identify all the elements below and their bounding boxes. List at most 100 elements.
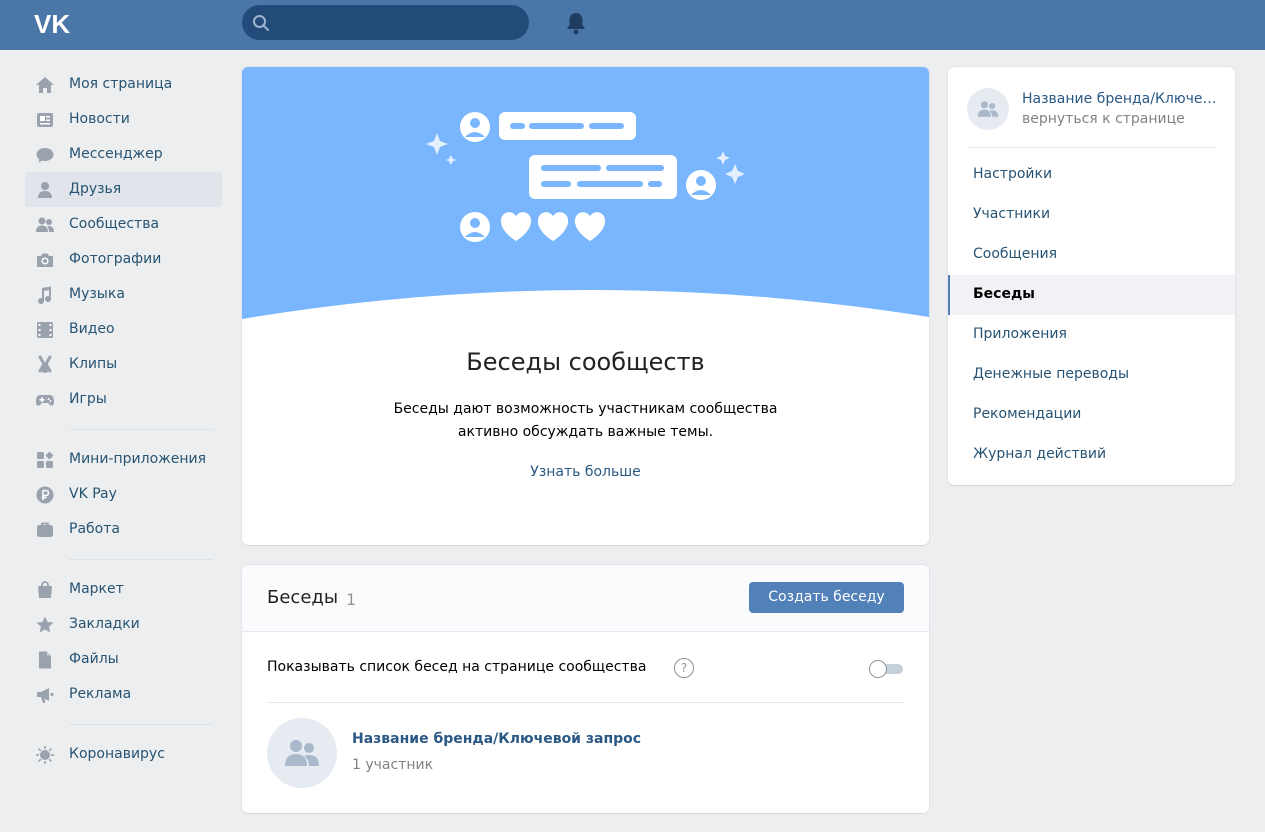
sidebar-item-messenger[interactable]: Мессенджер [25, 137, 222, 172]
sidebar-item-label: Закладки [69, 616, 140, 632]
home-icon [36, 77, 54, 93]
sidebar-item-friends[interactable]: Друзья [25, 172, 222, 207]
promo-title: Беседы сообществ [466, 348, 705, 376]
menu-item-label: Сообщения [973, 246, 1058, 262]
promo-description: Беседы дают возможность участникам сообщ… [242, 398, 929, 444]
sidebar-item-label: Фотографии [69, 251, 162, 267]
sidebar-item-label: Маркет [69, 581, 124, 597]
menu-item[interactable]: Приложения [948, 315, 1235, 355]
briefcase-icon [37, 522, 53, 537]
mini-apps-icon [37, 451, 54, 468]
promo-description-line: активно обсуждать важные темы. [457, 424, 714, 440]
sidebar-item-video[interactable]: Видео [25, 312, 222, 347]
menu-item[interactable]: Настройки [948, 155, 1235, 195]
group-icon [977, 101, 999, 117]
nav-separator [69, 429, 213, 430]
chats-illustration [242, 67, 929, 319]
shopping-bag-icon [38, 581, 52, 598]
sidebar-item-clips[interactable]: Клипы [25, 347, 222, 382]
vk-logo[interactable]: VK [34, 9, 78, 39]
sidebar-item-virus[interactable]: Коронавирус [25, 737, 222, 772]
menu-item-label: Участники [973, 206, 1051, 222]
sidebar-item-label: Игры [69, 391, 107, 407]
clips-icon [38, 355, 52, 373]
sidebar-item-megaphone[interactable]: Реклама [25, 677, 222, 712]
video-icon [37, 322, 53, 338]
star-icon [36, 616, 54, 633]
chat-name-link[interactable]: Название бренда/Ключевой запрос [352, 731, 641, 747]
bell-icon[interactable] [565, 11, 587, 35]
menu-item[interactable]: Участники [948, 195, 1235, 235]
megaphone-icon [37, 688, 54, 703]
music-icon [38, 286, 52, 305]
gamepad-icon [35, 395, 55, 406]
divider [267, 702, 904, 703]
sidebar-item-home[interactable]: Моя страница [25, 67, 222, 102]
sidebar-item-label: Друзья [69, 181, 122, 197]
chats-card: Беседы 1 Создать беседу Показывать списо… [242, 565, 929, 813]
show-chats-toggle[interactable] [869, 660, 905, 678]
camera-icon [37, 253, 53, 267]
sidebar-item-label: Мини-приложения [69, 451, 207, 467]
sidebar-item-music[interactable]: Музыка [25, 277, 222, 312]
sidebar-item-label: Мессенджер [69, 146, 163, 162]
promo-description-line: Беседы дают возможность участникам сообщ… [393, 401, 778, 417]
menu-item[interactable]: Сообщения [948, 235, 1235, 275]
community-management-menu: Название бренда/Ключевой запрос вернутьс… [948, 67, 1235, 485]
left-navigation: Моя страница Новости Мессенджер Друзья Сообщ… [25, 67, 222, 772]
sidebar-item-label: Работа [69, 521, 120, 537]
sidebar-item-label: Коронавирус [69, 746, 165, 762]
search-input[interactable] [242, 5, 529, 40]
settings-menu-list: Настройки Участники Сообщения Беседы Приложе… [948, 155, 1235, 475]
sidebar-item-file[interactable]: Файлы [25, 642, 222, 677]
chats-count: 1 [346, 590, 357, 609]
chats-promo-card: Беседы сообществ Беседы дают возможность… [242, 67, 929, 545]
chat-members-count: 1 участник [352, 757, 434, 773]
communities-icon [36, 217, 54, 232]
chats-title: Беседы [267, 587, 339, 608]
messenger-icon [36, 148, 54, 163]
sidebar-item-label: VK Pay [69, 486, 117, 502]
group-name-link[interactable]: Название бренда/Ключевой запрос [1022, 91, 1222, 107]
menu-item-label: Денежные переводы [973, 366, 1130, 382]
sidebar-item-shopping-bag[interactable]: Маркет [25, 572, 222, 607]
sidebar-item-star[interactable]: Закладки [25, 607, 222, 642]
news-icon [37, 113, 53, 127]
sidebar-item-label: Файлы [69, 651, 119, 667]
sidebar-item-label: Реклама [69, 686, 132, 702]
sidebar-item-label: Моя страница [69, 76, 173, 92]
learn-more-link[interactable]: Узнать больше [530, 464, 640, 480]
menu-item[interactable]: Денежные переводы [948, 355, 1235, 395]
divider [967, 147, 1216, 148]
sidebar-item-label: Музыка [69, 286, 125, 302]
menu-item-label: Журнал действий [973, 446, 1107, 462]
file-icon [39, 651, 51, 669]
menu-item[interactable]: Журнал действий [948, 435, 1235, 475]
sidebar-item-news[interactable]: Новости [25, 102, 222, 137]
group-icon [285, 740, 319, 766]
top-bar: VK [0, 0, 1265, 50]
sidebar-item-vkpay[interactable]: VK Pay [25, 477, 222, 512]
group-avatar[interactable] [967, 88, 1009, 130]
sidebar-item-label: Сообщества [69, 216, 160, 232]
show-chats-label: Показывать список бесед на странице сооб… [267, 659, 647, 675]
menu-item-label: Рекомендации [973, 406, 1082, 422]
back-to-page-link[interactable]: вернуться к странице [1022, 111, 1185, 127]
create-chat-button[interactable]: Создать беседу [749, 582, 904, 613]
sidebar-item-gamepad[interactable]: Игры [25, 382, 222, 417]
menu-item-label: Настройки [973, 166, 1053, 182]
sidebar-item-briefcase[interactable]: Работа [25, 512, 222, 547]
sidebar-item-camera[interactable]: Фотографии [25, 242, 222, 277]
menu-item[interactable]: Рекомендации [948, 395, 1235, 435]
friends-icon [38, 182, 52, 198]
sidebar-item-label: Видео [69, 321, 115, 337]
menu-item[interactable]: Беседы [948, 275, 1235, 315]
chats-header: Беседы 1 Создать беседу [242, 565, 929, 632]
menu-item-label: Беседы [973, 286, 1035, 302]
sidebar-item-mini-apps[interactable]: Мини-приложения [25, 442, 222, 477]
sidebar-item-label: Клипы [69, 356, 118, 372]
sidebar-item-communities[interactable]: Сообщества [25, 207, 222, 242]
sidebar-item-label: Новости [69, 111, 130, 127]
help-icon[interactable]: ? [674, 658, 694, 678]
chat-avatar[interactable] [267, 718, 337, 788]
